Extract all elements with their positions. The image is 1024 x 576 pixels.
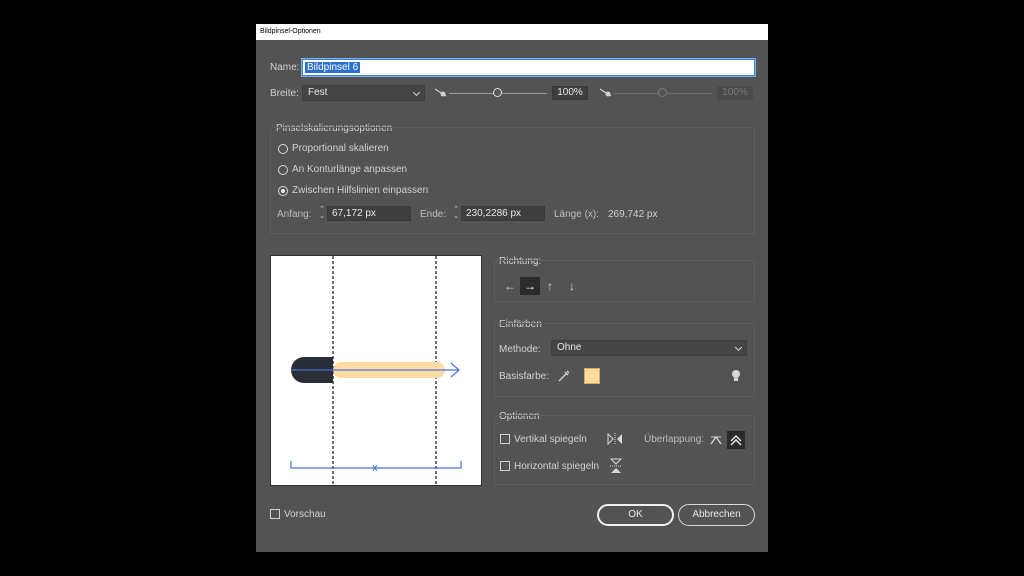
flip-vertical-checkbox[interactable] (500, 434, 510, 444)
width-dropdown-value: Fest (308, 87, 328, 98)
brush-width-icon (434, 88, 447, 97)
width-dropdown[interactable]: Fest (302, 85, 425, 101)
brush-options-dialog: Bildpinsel-Optionen Name: Bildpinsel 6 B… (256, 24, 768, 552)
name-input-value: Bildpinsel 6 (305, 62, 361, 73)
end-input[interactable]: 230,2286 px (461, 206, 545, 221)
overlap-label: Überlappung: (644, 434, 705, 445)
overlap-option-2-button[interactable] (727, 431, 745, 449)
start-label: Anfang: (277, 209, 312, 220)
end-label: Ende: (420, 209, 447, 220)
method-label: Methode: (499, 344, 541, 355)
radio-fit-guides[interactable] (278, 186, 288, 196)
direction-down-button[interactable]: ↓ (562, 277, 582, 295)
lightbulb-tips-icon[interactable] (730, 369, 742, 383)
brush-preview (270, 255, 482, 486)
radio-proportional-label: Proportional skalieren (292, 143, 389, 154)
window-title: Bildpinsel-Optionen (256, 24, 768, 40)
name-input[interactable]: Bildpinsel 6 (302, 59, 755, 76)
direction-left-button[interactable]: ← (500, 277, 520, 295)
length-value: 269,742 px (608, 209, 658, 220)
radio-fit-stroke-label: An Konturlänge anpassen (292, 164, 408, 175)
brush-width-variation-icon (599, 88, 612, 97)
end-stepper-icon[interactable]: ⌃ ⌄ (452, 206, 460, 221)
name-label: Name: (270, 62, 300, 73)
overlap-none-icon (730, 435, 742, 446)
method-dropdown[interactable]: Ohne (551, 340, 747, 356)
method-dropdown-value: Ohne (557, 342, 582, 353)
preview-checkbox-label: Vorschau (284, 509, 326, 520)
chevron-down-icon (412, 88, 421, 97)
options-group (494, 415, 755, 485)
overlap-adjust-icon (710, 435, 722, 445)
flip-horizontal-label: Horizontal spiegeln (514, 461, 600, 472)
preview-checkbox[interactable] (270, 509, 280, 519)
width-label: Breite: (270, 88, 299, 99)
width-value-field[interactable]: 100% (552, 86, 588, 100)
ok-button[interactable]: OK (597, 504, 674, 526)
width-slider-knob[interactable] (493, 88, 502, 97)
length-label: Länge (x): (554, 209, 600, 220)
variation-slider-knob (658, 88, 667, 97)
flip-vertical-label: Vertikal spiegeln (514, 434, 587, 445)
radio-fit-guides-label: Zwischen Hilfslinien einpassen (292, 185, 429, 196)
flip-vertical-icon (607, 432, 622, 446)
direction-right-button[interactable]: → (520, 277, 540, 295)
radio-fit-stroke[interactable] (278, 165, 288, 175)
start-input[interactable]: 67,172 px (327, 206, 411, 221)
overlap-option-1-button[interactable] (707, 431, 725, 449)
base-color-label: Basisfarbe: (499, 371, 550, 382)
chevron-down-icon (734, 343, 743, 352)
direction-up-button[interactable]: ↑ (540, 277, 560, 295)
colorize-group (494, 323, 755, 397)
variation-value-field: 100% (717, 86, 753, 100)
eyedropper-icon[interactable] (556, 368, 572, 384)
flip-horizontal-checkbox[interactable] (500, 461, 510, 471)
brush-preview-graphic (290, 256, 462, 485)
flip-horizontal-icon (609, 458, 623, 473)
start-stepper-icon[interactable]: ⌃ ⌄ (318, 206, 326, 221)
radio-proportional[interactable] (278, 144, 288, 154)
base-color-swatch[interactable] (584, 368, 600, 384)
cancel-button[interactable]: Abbrechen (678, 504, 755, 526)
